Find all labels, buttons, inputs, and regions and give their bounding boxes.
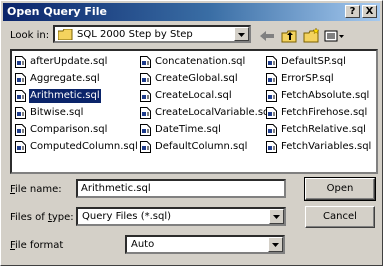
file-name: ErrorSP.sql <box>281 73 334 84</box>
file-type-select[interactable]: Query Files (*.sql) <box>76 207 286 226</box>
close-button[interactable]: X <box>362 5 377 18</box>
sql-file-icon <box>15 73 26 85</box>
sql-file-icon <box>15 107 26 119</box>
file-name: DateTime.sql <box>155 124 221 135</box>
look-in-dropdown-button[interactable] <box>234 27 249 41</box>
file-type-value: Query Files (*.sql) <box>82 211 172 222</box>
file-name: DefaultColumn.sql <box>155 141 248 152</box>
file-name: FetchRelative.sql <box>281 124 366 135</box>
file-format-value: Auto <box>131 239 155 250</box>
file-name: afterUpdate.sql <box>30 56 108 67</box>
cancel-button[interactable]: Cancel <box>305 206 375 228</box>
sql-file-icon <box>266 124 277 136</box>
sql-file-icon <box>140 124 151 136</box>
sql-file-icon <box>140 107 151 119</box>
file-name: CreateGlobal.sql <box>155 73 238 84</box>
file-name: FetchAbsolute.sql <box>281 90 370 101</box>
sql-file-icon <box>15 56 26 68</box>
sql-file-icon <box>266 56 277 68</box>
file-name: FetchFirehose.sql <box>281 107 368 118</box>
sql-file-icon <box>15 124 26 136</box>
open-button[interactable]: Open <box>304 177 376 201</box>
help-button[interactable]: ? <box>345 5 360 18</box>
file-format-dropdown-button[interactable] <box>268 237 283 252</box>
file-name-label: File name: <box>10 184 62 195</box>
sql-file-icon <box>140 90 151 102</box>
file-format-label: File format <box>10 240 64 251</box>
file-name: ComputedColumn.sql <box>30 141 138 152</box>
look-in-combo[interactable]: SQL 2000 Step by Step <box>53 25 251 43</box>
view-menu-icon[interactable] <box>323 27 347 45</box>
file-list[interactable]: afterUpdate.sql Aggregate.sql Arithmetic.s… <box>10 49 378 174</box>
file-type-label: Files of type: <box>10 212 74 223</box>
file-name-input[interactable]: Arithmetic.sql <box>76 179 286 198</box>
sql-file-icon <box>140 73 151 85</box>
look-in-value: SQL 2000 Step by Step <box>77 29 193 40</box>
file-name: FetchVariables.sql <box>281 141 372 152</box>
new-folder-icon[interactable] <box>302 27 322 45</box>
sql-file-icon <box>266 90 277 102</box>
file-name: DefaultSP.sql <box>281 56 346 67</box>
sql-file-icon <box>266 107 277 119</box>
window-title: Open Query File <box>7 5 107 18</box>
sql-file-icon <box>15 141 26 153</box>
title-bar[interactable]: Open Query File ? X <box>3 3 380 21</box>
file-name: Bitwise.sql <box>30 107 84 118</box>
file-format-select[interactable]: Auto <box>125 235 285 254</box>
sql-file-icon <box>266 73 277 85</box>
sql-file-icon <box>140 56 151 68</box>
file-name: Concatenation.sql <box>155 56 246 67</box>
file-name: Comparison.sql <box>30 124 108 135</box>
look-in-label: Look in: <box>10 30 50 41</box>
up-folder-icon[interactable] <box>280 27 300 45</box>
sql-file-icon <box>140 141 151 153</box>
back-icon[interactable] <box>257 27 277 45</box>
sql-file-icon <box>266 141 277 153</box>
file-type-dropdown-button[interactable] <box>269 209 284 224</box>
file-name: CreateLocal.sql <box>155 90 232 101</box>
file-name-value: Arithmetic.sql <box>81 183 151 194</box>
folder-icon <box>57 28 73 43</box>
file-name: Arithmetic.sql <box>28 88 102 104</box>
file-name: CreateLocalVariable.sql <box>155 107 273 118</box>
open-query-file-dialog: Open Query File ? X Look in: SQL 2000 St… <box>0 0 383 266</box>
sql-file-icon <box>15 90 26 102</box>
file-name: Aggregate.sql <box>30 73 100 84</box>
